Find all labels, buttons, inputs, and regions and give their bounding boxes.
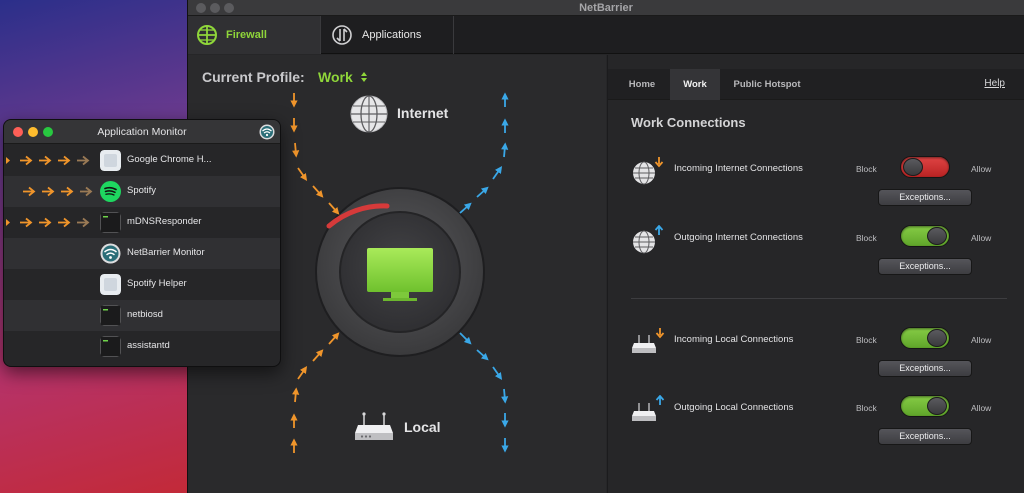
outgoing-local-toggle[interactable] [900,395,950,417]
incoming-local-toggle[interactable] [900,327,950,349]
tab-work[interactable]: Work [670,69,720,100]
application-monitor-window: Application Monitor Google Chrome H... S… [3,119,281,367]
profile-value: Work [318,69,353,85]
outgoing-internet-exceptions-button[interactable]: Exceptions... [878,258,972,275]
incoming-local-row: Incoming Local Connections Block Allow E… [608,327,1024,387]
incoming-internet-toggle[interactable] [900,156,950,178]
app-name: Spotify [127,185,157,196]
app-name: NetBarrier Monitor [127,247,205,258]
allow-label: Allow [971,164,992,174]
generic-app-icon [100,274,121,295]
app-row-spotify[interactable]: Spotify [4,176,280,207]
app-row-spotify-helper[interactable]: Spotify Helper [4,269,280,300]
block-label: Block [856,335,877,345]
app-list: Google Chrome H... Spotify mDNSResponder… [4,145,280,362]
monitor-title: Application Monitor [97,126,187,138]
toolbar-separator [453,16,454,54]
terminal-icon [100,305,121,326]
connection-label: Incoming Local Connections [674,334,794,345]
block-label: Block [856,403,877,413]
router-incoming-icon [632,328,665,353]
profile-settings-pane: Home Work Public Hotspot Help Work Conne… [607,55,1024,493]
outgoing-local-exceptions-button[interactable]: Exceptions... [878,428,972,445]
section-title: Work Connections [631,115,746,130]
up-down-chevron-icon [360,72,367,82]
local-router-icon [355,412,393,440]
applications-icon [332,25,352,45]
outgoing-internet-toggle[interactable] [900,225,950,247]
help-link[interactable]: Help [984,78,1005,89]
globe-incoming-icon [633,157,664,185]
profile-selector[interactable]: Work [318,69,368,85]
connection-label: Incoming Internet Connections [674,163,803,174]
incoming-local-arrows [290,332,340,453]
window-title: NetBarrier [579,2,633,14]
allow-label: Allow [971,233,992,243]
block-label: Block [856,233,877,243]
toggle-knob [927,227,947,245]
firewall-globe-icon [197,25,217,45]
terminal-icon [100,212,121,233]
outgoing-internet-arrows [459,92,509,214]
incoming-internet-exceptions-button[interactable]: Exceptions... [878,189,972,206]
connection-label: Outgoing Local Connections [674,402,794,413]
app-row-google-chrome-helper[interactable]: Google Chrome H... [4,145,280,176]
allow-label: Allow [971,335,992,345]
app-name: mDNSResponder [127,216,202,227]
traffic-arrows [6,155,90,166]
netbarrier-logo-icon [259,124,275,140]
spotify-icon [100,181,121,202]
netbarrier-window: NetBarrier Firewall Applications Current… [187,0,1024,493]
terminal-icon [100,336,121,357]
generic-app-icon [100,150,121,171]
toolbar-tab-applications[interactable]: Applications [321,16,453,54]
toggle-knob [927,397,947,415]
outgoing-local-arrows [459,332,509,453]
toolbar-tab-label: Firewall [226,29,267,41]
toolbar: Firewall Applications [188,16,1024,54]
block-label: Block [856,164,877,174]
monitor-title-bar: Application Monitor [4,120,280,144]
incoming-internet-row: Incoming Internet Connections Block Allo… [608,156,1024,216]
app-row-netbarrier-monitor[interactable]: NetBarrier Monitor [4,238,280,269]
connection-label: Outgoing Internet Connections [674,232,803,243]
netbarrier-icon [100,243,121,264]
toolbar-tab-label: Applications [362,29,422,41]
traffic-arrows [23,186,93,197]
globe-outgoing-icon [633,225,664,254]
profile-tabs: Home Work Public Hotspot Help [608,69,1024,100]
toggle-knob [903,158,923,176]
app-name: Spotify Helper [127,278,187,289]
allow-label: Allow [971,403,992,413]
toggle-knob [927,329,947,347]
incoming-internet-arrows [290,93,340,215]
incoming-local-exceptions-button[interactable]: Exceptions... [878,360,972,377]
app-name: assistantd [127,340,170,351]
outgoing-internet-row: Outgoing Internet Connections Block Allo… [608,225,1024,285]
app-name: netbiosd [127,309,163,320]
app-row-mdnsresponder[interactable]: mDNSResponder [4,207,280,238]
internet-globe-icon [350,95,388,133]
tab-home[interactable]: Home [618,69,666,100]
toolbar-tab-firewall[interactable]: Firewall [188,16,320,54]
app-row-assistantd[interactable]: assistantd [4,331,280,362]
tab-public-hotspot[interactable]: Public Hotspot [726,69,808,100]
router-outgoing-icon [632,395,665,421]
internet-label: Internet [397,105,449,121]
app-row-netbiosd[interactable]: netbiosd [4,300,280,331]
traffic-arrows [6,217,90,228]
outgoing-local-row: Outgoing Local Connections Block Allow E… [608,395,1024,455]
title-bar: NetBarrier [188,0,1024,16]
app-name: Google Chrome H... [127,154,212,165]
local-label: Local [404,419,441,435]
current-profile-label: Current Profile: [202,69,305,85]
section-divider [631,298,1007,299]
